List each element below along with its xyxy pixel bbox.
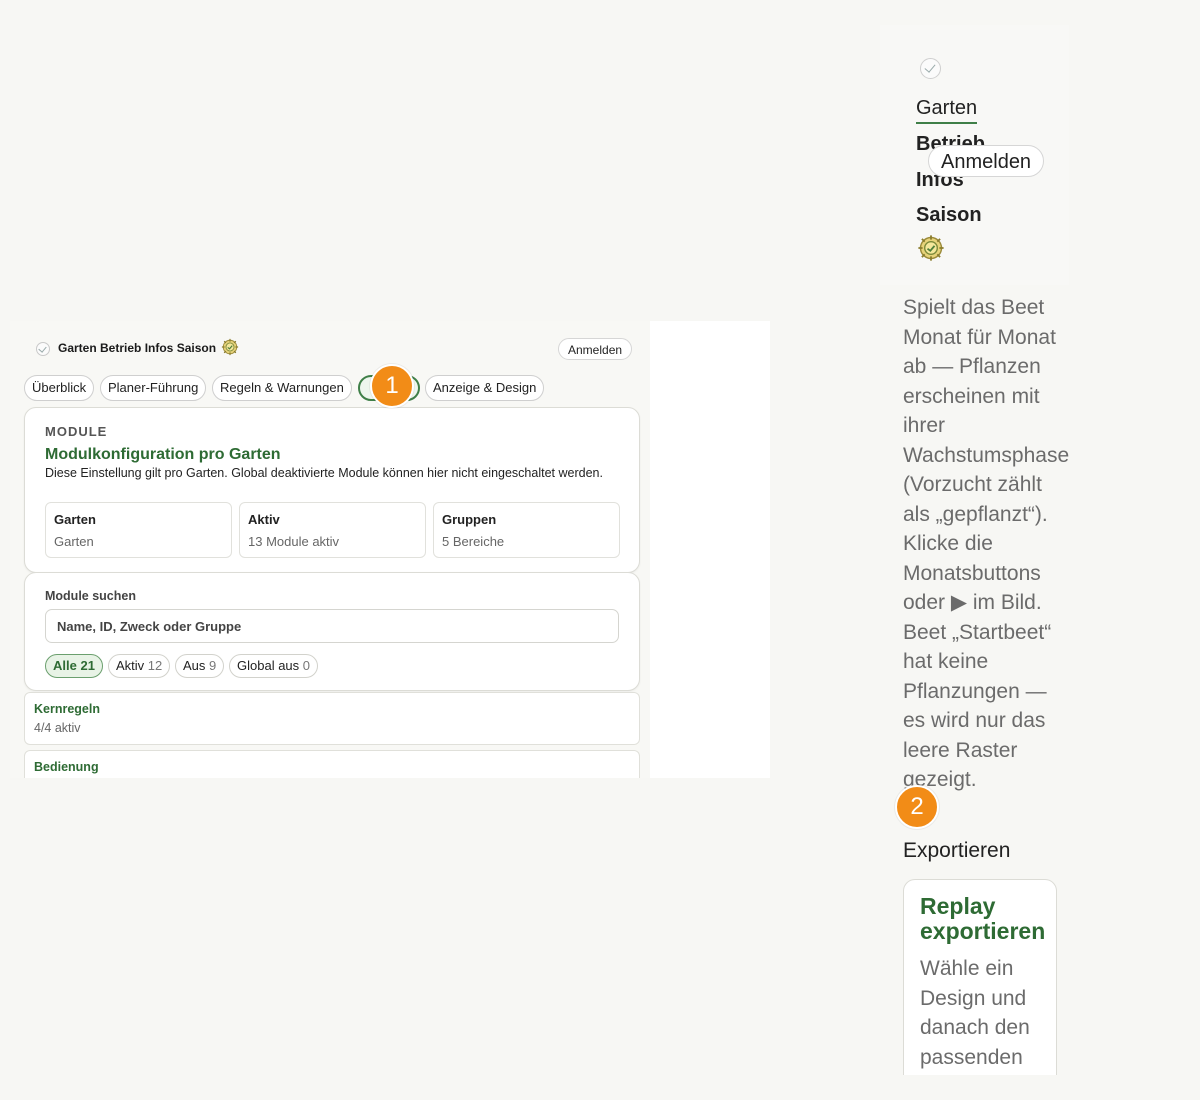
stat-label: Garten <box>54 512 96 527</box>
module-config-description: Diese Einstellung gilt pro Garten. Globa… <box>45 466 603 480</box>
export-section-label: Exportieren <box>903 839 1011 862</box>
section-overline: MODULE <box>45 424 108 439</box>
stat-active: Aktiv 13 Module aktiv <box>239 502 426 558</box>
replay-export-title: Replay exportieren <box>920 893 1046 944</box>
module-config-title: Modulkonfiguration pro Garten <box>45 446 281 463</box>
group-title: Bedienung <box>34 760 99 774</box>
module-config-card: MODULE Modulkonfiguration pro Garten Die… <box>24 407 640 573</box>
desktop-app: Garten Betrieb Infos Saison Anmelden Übe… <box>10 321 650 778</box>
nav-link-garten[interactable]: Garten <box>916 97 978 124</box>
group-title: Kernregeln <box>34 702 100 716</box>
tab-planner-guide[interactable]: Planer-Führung <box>100 375 207 401</box>
mobile-nav: Garten Betrieb Infos Anmelden Saison <box>880 25 1069 285</box>
replay-help-text: Spielt das Beet Monat für Monat ab — Pfl… <box>903 296 1070 791</box>
annotation-badge-2: 2 <box>895 785 939 829</box>
brand-nav[interactable]: Garten Betrieb Infos Saison <box>58 341 216 355</box>
brand-logo-icon[interactable] <box>920 58 941 79</box>
filter-count: 21 <box>80 658 95 673</box>
annotation-badge-1: 1 <box>370 364 414 408</box>
top-bar: Garten Betrieb Infos Saison Anmelden <box>10 321 650 375</box>
mobile-preview: Garten Betrieb Infos Anmelden Saison Spi… <box>880 25 1100 1075</box>
stat-groups: Gruppen 5 Bereiche <box>433 502 620 558</box>
nav-link-saison[interactable]: Saison <box>916 204 982 227</box>
stat-value: 5 Bereiche <box>442 534 505 549</box>
filter-active[interactable]: Aktiv 12 <box>108 654 171 678</box>
brand-logo-icon[interactable] <box>36 342 50 356</box>
search-label: Module suchen <box>45 589 136 603</box>
stat-value: 13 Module aktiv <box>248 534 340 549</box>
filter-label: Global aus <box>237 658 300 673</box>
stat-label: Aktiv <box>248 512 280 527</box>
module-search-card: Module suchen Alle 21 Aktiv 12 Aus 9 Glo… <box>24 572 640 691</box>
filter-all[interactable]: Alle 21 <box>45 654 103 678</box>
filter-label: Aus <box>183 658 206 673</box>
filter-count: 9 <box>209 658 217 673</box>
filter-global-off[interactable]: Global aus 0 <box>229 654 319 678</box>
module-group-operation[interactable]: Bedienung <box>24 750 640 778</box>
replay-export-card: Replay exportieren Wähle ein Design und … <box>903 879 1057 1075</box>
filter-count: 0 <box>302 658 311 673</box>
sun-gear-icon[interactable] <box>221 338 239 356</box>
tab-display-design[interactable]: Anzeige & Design <box>425 375 545 401</box>
filter-label: Alle <box>53 658 77 673</box>
stat-label: Gruppen <box>442 512 497 527</box>
module-group-core-rules[interactable]: Kernregeln 4/4 aktiv <box>24 692 640 745</box>
replay-export-description: Wähle ein Design und danach den passende… <box>920 957 1030 1069</box>
filter-count: 12 <box>147 658 163 673</box>
filter-off[interactable]: Aus 9 <box>175 654 225 678</box>
login-button[interactable]: Anmelden <box>558 338 633 360</box>
module-search-input[interactable] <box>45 609 619 643</box>
filter-label: Aktiv <box>116 658 145 673</box>
tab-overview[interactable]: Überblick <box>24 375 95 401</box>
sun-gear-icon[interactable] <box>917 234 945 262</box>
stat-garden: Garten Garten <box>45 502 232 558</box>
mobile-login-button[interactable]: Anmelden <box>928 145 1045 177</box>
stat-value: Garten <box>54 534 94 549</box>
tab-rules-warnings[interactable]: Regeln & Warnungen <box>212 375 352 401</box>
group-status: 4/4 aktiv <box>34 721 81 735</box>
